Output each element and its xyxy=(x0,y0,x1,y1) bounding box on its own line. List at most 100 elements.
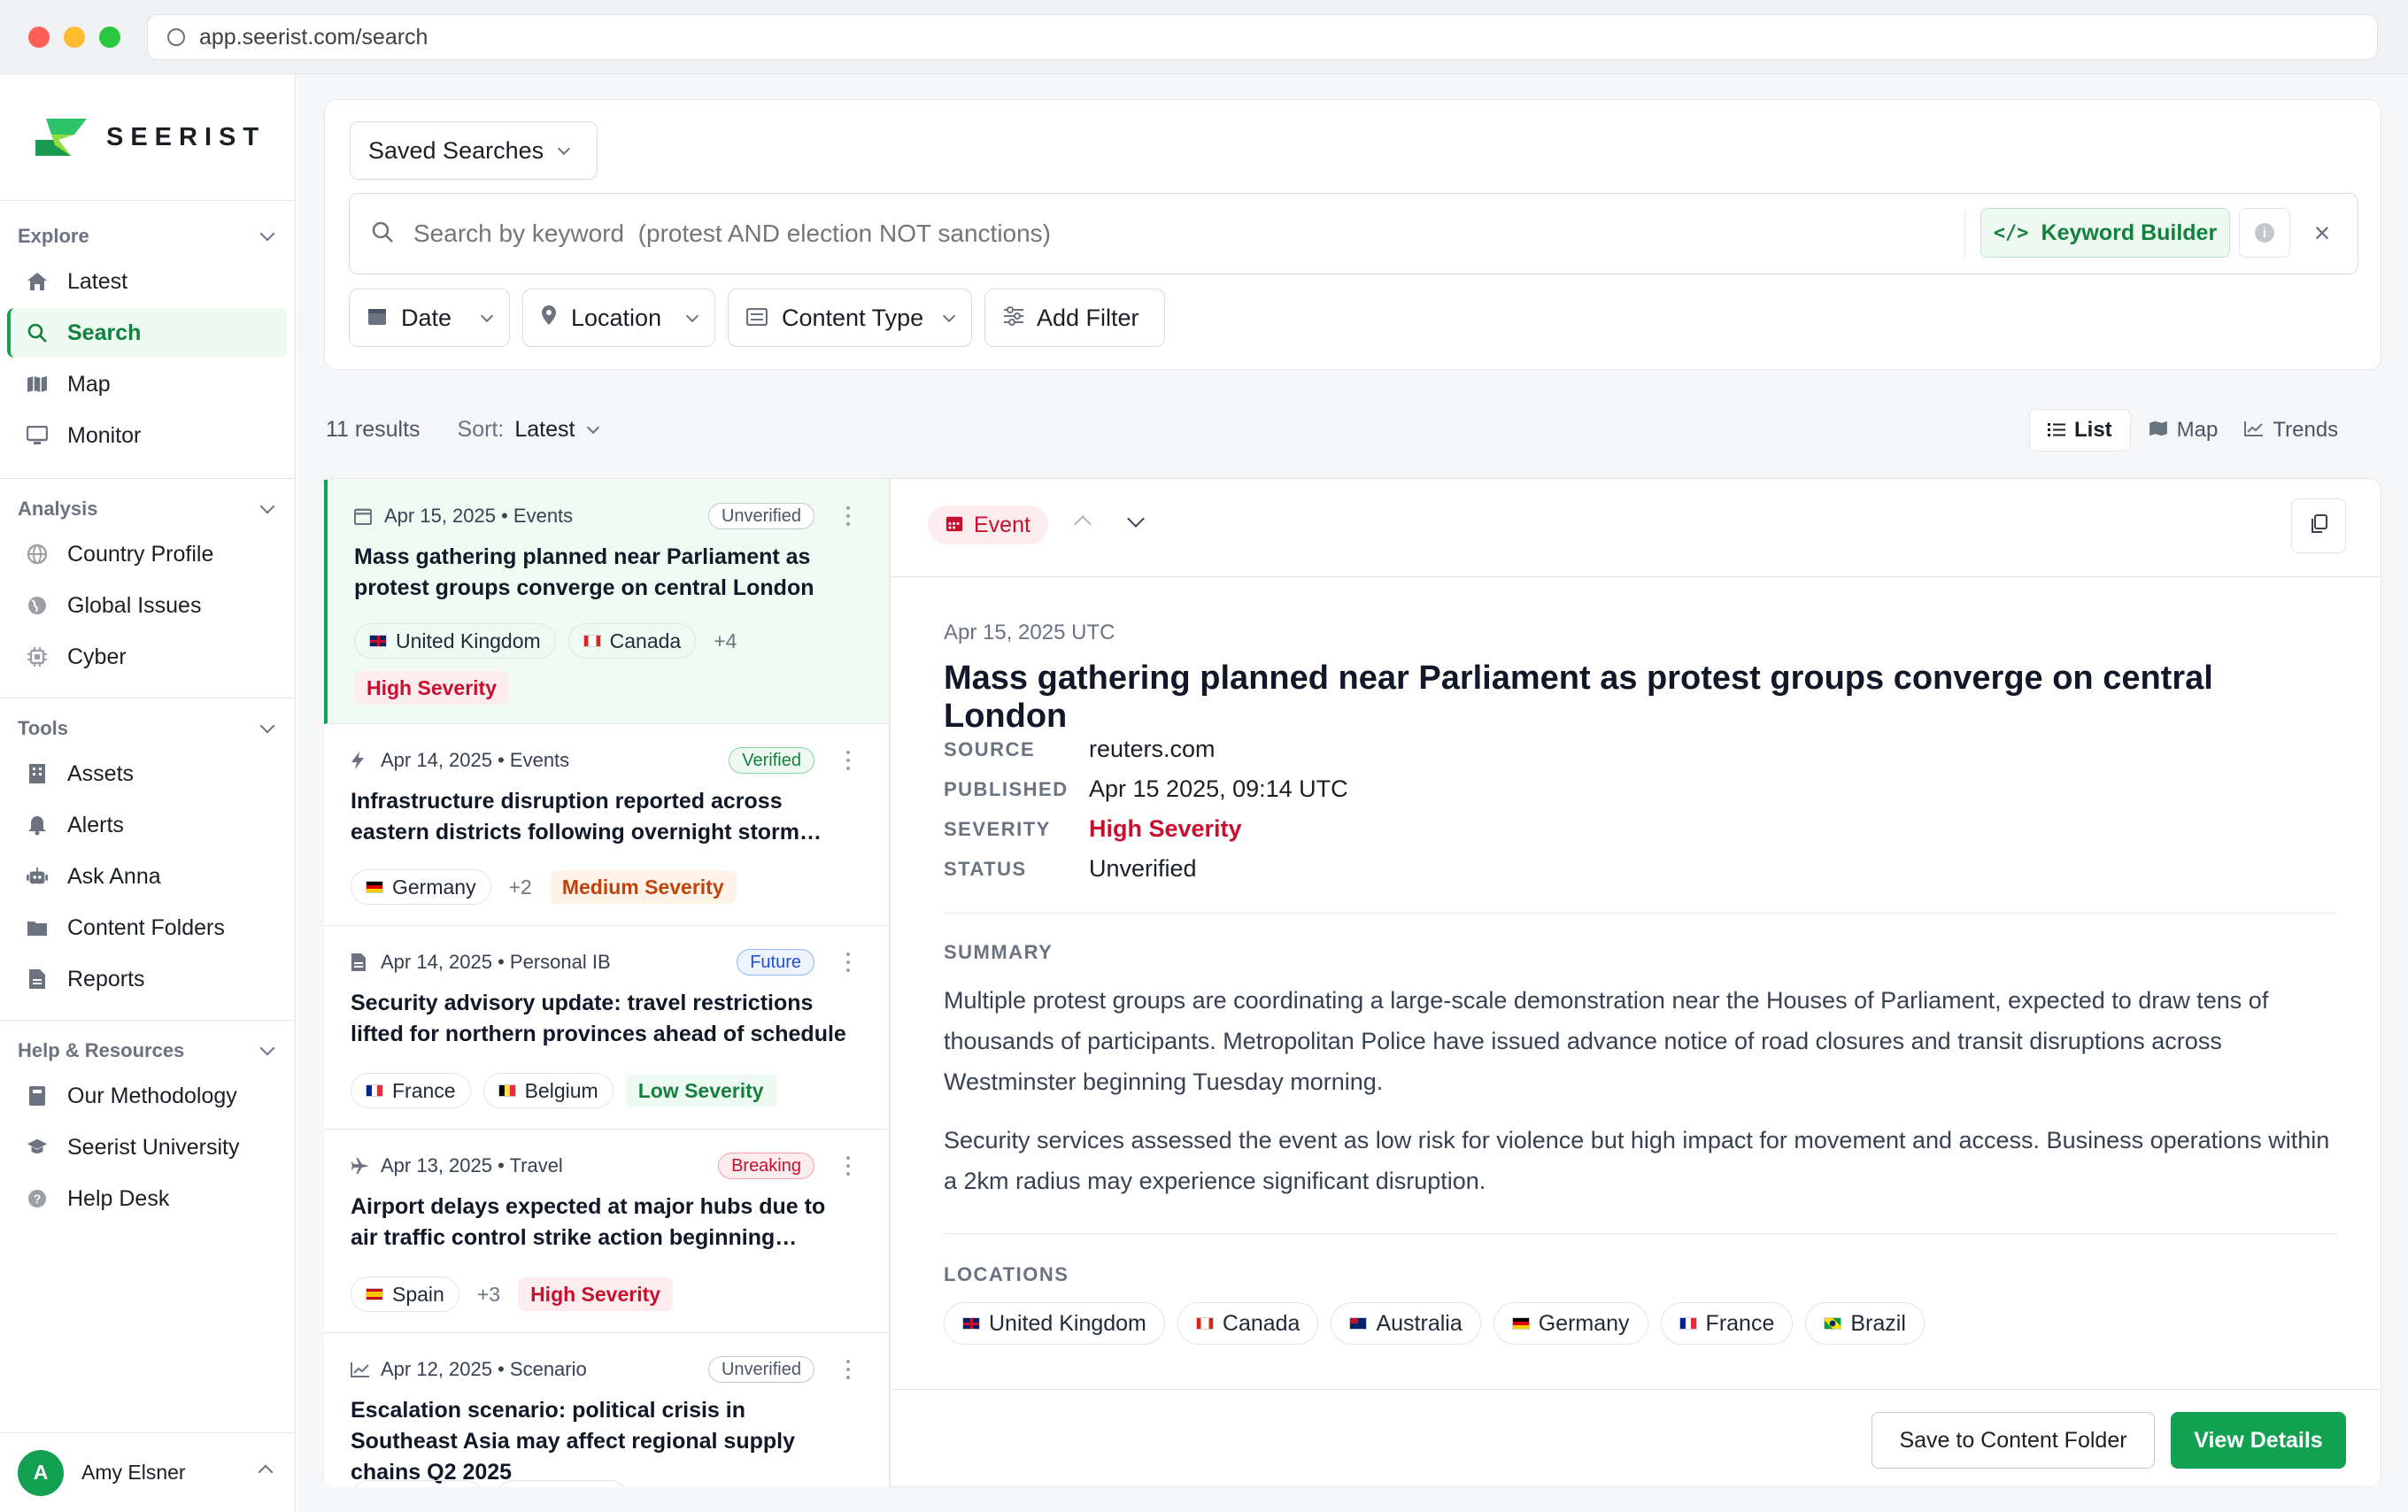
save-to-folder-button[interactable]: Save to Content Folder xyxy=(1872,1412,2155,1469)
close-window-button[interactable] xyxy=(28,27,50,48)
location-chip[interactable]: Canada xyxy=(1177,1302,1319,1345)
location-chip[interactable]: Canada xyxy=(567,623,697,659)
list-item[interactable]: Apr 14, 2025 • Personal IB Future Securi… xyxy=(324,926,889,1130)
user-menu[interactable]: A Amy Elsner xyxy=(0,1432,296,1512)
search-icon xyxy=(27,322,48,343)
view-map-button[interactable]: Map xyxy=(2131,409,2236,451)
sidebar-item-methodology[interactable]: Our Methodology xyxy=(7,1071,287,1121)
card-meta-text: Apr 14, 2025 • Personal IB xyxy=(381,951,611,973)
sidebar-item-search[interactable]: Search xyxy=(7,308,287,358)
sidebar-item-ask-anna[interactable]: Ask Anna xyxy=(7,852,287,901)
previous-item-button[interactable] xyxy=(1074,515,1092,533)
summary-body: Multiple protest groups are coordinating… xyxy=(944,980,2342,1201)
section-title: Analysis xyxy=(18,498,98,520)
clear-search-button[interactable]: × xyxy=(2304,215,2340,251)
severity-badge: High Severity xyxy=(354,671,509,705)
location-chip[interactable]: United Kingdom xyxy=(354,623,556,659)
card-title: Security advisory update: travel restric… xyxy=(351,991,846,1046)
location-chip[interactable]: Belgium xyxy=(482,1073,614,1108)
more-options-icon[interactable] xyxy=(846,1360,850,1379)
chip-label: Belgium xyxy=(524,1078,598,1102)
chip-label: United Kingdom xyxy=(989,1310,1146,1336)
url-text: app.seerist.com/search xyxy=(199,24,428,50)
sort-dropdown[interactable]: Latest xyxy=(514,417,600,443)
sidebar-item-reports[interactable]: Reports xyxy=(7,954,287,1004)
sidebar-item-alerts[interactable]: Alerts xyxy=(7,800,287,850)
location-chip[interactable]: France xyxy=(1660,1302,1794,1345)
sidebar-item-university[interactable]: Seerist University xyxy=(7,1122,287,1172)
map-icon xyxy=(27,374,48,395)
sidebar-item-global-issues[interactable]: Global Issues xyxy=(7,581,287,630)
calendar-icon xyxy=(354,506,374,526)
field-value: Apr 15 2025, 09:14 UTC xyxy=(1089,775,1348,802)
card-meta-text: Apr 14, 2025 • Events xyxy=(381,749,570,771)
content-type-filter[interactable]: Content Type xyxy=(728,289,972,347)
card-title: Mass gathering planned near Parliament a… xyxy=(354,544,814,600)
sidebar-item-country-profile[interactable]: Country Profile xyxy=(7,529,287,579)
section-explore[interactable]: Explore xyxy=(18,225,280,248)
uk-flag-icon xyxy=(962,1317,980,1330)
maximize-window-button[interactable] xyxy=(99,27,120,48)
card-meta-text: Apr 12, 2025 • Scenario xyxy=(381,1358,587,1380)
keyword-builder-button[interactable]: </> Keyword Builder xyxy=(1980,208,2230,258)
saved-searches-dropdown[interactable]: Saved Searches xyxy=(350,121,598,180)
list-item[interactable]: Apr 13, 2025 • Travel Breaking Airport d… xyxy=(324,1130,889,1333)
more-locations[interactable]: +2 xyxy=(504,876,537,899)
view-list-button[interactable]: List xyxy=(2029,409,2131,451)
list-item[interactable]: Apr 12, 2025 • Scenario Unverified Escal… xyxy=(324,1333,889,1487)
list-item[interactable]: Apr 15, 2025 • Events Unverified Mass ga… xyxy=(324,480,889,724)
address-bar[interactable]: app.seerist.com/search xyxy=(147,14,2378,60)
more-options-icon[interactable] xyxy=(846,506,850,526)
sidebar-item-content-folders[interactable]: Content Folders xyxy=(7,903,287,953)
sidebar-item-assets[interactable]: Assets xyxy=(7,749,287,798)
more-options-icon[interactable] xyxy=(846,953,850,972)
building-icon xyxy=(27,763,48,784)
section-tools[interactable]: Tools xyxy=(18,717,280,740)
location-chip[interactable] xyxy=(351,1480,483,1487)
report-icon xyxy=(27,968,48,990)
more-options-icon[interactable] xyxy=(846,1156,850,1176)
copy-button[interactable] xyxy=(2291,498,2346,553)
type-label: Event xyxy=(974,512,1030,537)
location-filter[interactable]: Location xyxy=(522,289,715,347)
location-chip[interactable]: France xyxy=(351,1073,471,1108)
minimize-window-button[interactable] xyxy=(64,27,85,48)
more-locations[interactable]: +3 xyxy=(472,1283,506,1307)
location-chip[interactable] xyxy=(496,1480,629,1487)
view-details-button[interactable]: View Details xyxy=(2171,1412,2346,1469)
chevron-up-icon xyxy=(258,1464,274,1480)
sidebar-item-monitor[interactable]: Monitor xyxy=(7,411,287,460)
chevron-down-icon xyxy=(587,420,600,434)
location-chip[interactable]: Australia xyxy=(1331,1302,1481,1345)
view-trends-button[interactable]: Trends xyxy=(2235,409,2347,451)
next-item-button[interactable] xyxy=(1127,510,1145,528)
brand-logo[interactable]: SEERIST xyxy=(34,115,266,159)
more-options-icon[interactable] xyxy=(846,751,850,770)
location-chip[interactable]: Spain xyxy=(351,1277,459,1312)
date-filter[interactable]: Date xyxy=(349,289,510,347)
location-chip[interactable]: United Kingdom xyxy=(944,1302,1165,1345)
section-help[interactable]: Help & Resources xyxy=(18,1039,280,1062)
location-chip[interactable]: Germany xyxy=(1493,1302,1648,1345)
sidebar-item-label: Reports xyxy=(67,966,145,991)
info-button[interactable]: i xyxy=(2239,208,2290,258)
view-details-label: View Details xyxy=(2194,1427,2323,1453)
location-chip[interactable]: Germany xyxy=(351,869,491,905)
sidebar-item-label: Assets xyxy=(67,760,135,786)
plane-icon xyxy=(351,1156,370,1176)
status-badge: Breaking xyxy=(718,1153,814,1179)
chevron-down-icon xyxy=(259,718,275,734)
card-meta-text: Apr 15, 2025 • Events xyxy=(384,505,574,527)
location-chip[interactable]: Brazil xyxy=(1805,1302,1925,1345)
field-value: Unverified xyxy=(1089,855,1197,882)
add-filter-button[interactable]: Add Filter xyxy=(984,289,1165,347)
sidebar-item-cyber[interactable]: Cyber xyxy=(7,632,287,682)
sidebar-item-latest[interactable]: Latest xyxy=(7,257,287,306)
filter-label: Location xyxy=(571,304,662,331)
section-analysis[interactable]: Analysis xyxy=(18,498,280,521)
sidebar-item-help-desk[interactable]: ? Help Desk xyxy=(7,1174,287,1223)
list-item[interactable]: Apr 14, 2025 • Events Verified Infrastru… xyxy=(324,724,889,926)
more-locations[interactable]: +4 xyxy=(708,629,742,653)
sidebar-item-map[interactable]: Map xyxy=(7,359,287,409)
search-input[interactable] xyxy=(413,220,1918,248)
